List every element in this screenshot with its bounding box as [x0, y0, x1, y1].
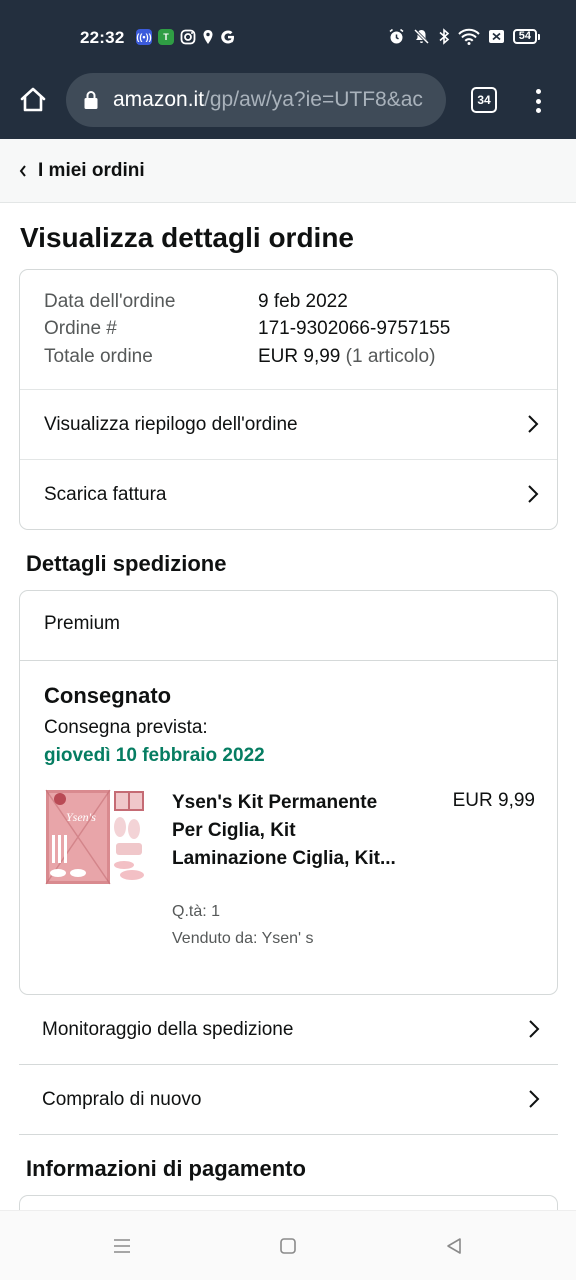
system-icons: 54	[388, 28, 540, 45]
order-total: EUR 9,99 (1 articolo)	[258, 346, 435, 368]
mute-icon	[413, 28, 429, 45]
buy-again-label: Compralo di nuovo	[42, 1088, 202, 1110]
location-icon	[203, 30, 213, 44]
shipping-type: Premium	[44, 613, 121, 634]
breadcrumb-label: I miei ordini	[38, 159, 145, 181]
tab-switcher-button[interactable]: 34	[471, 87, 497, 113]
browser-menu-icon[interactable]	[530, 86, 546, 116]
chevron-right-icon	[528, 485, 539, 503]
status-time: 22:32	[80, 28, 125, 47]
chevron-right-icon	[528, 415, 539, 433]
back-triangle-icon[interactable]	[444, 1236, 464, 1256]
chevron-left-icon	[19, 164, 26, 177]
product-image[interactable]: Ysen's	[44, 787, 148, 891]
delivery-date: giovedì 10 febbraio 2022	[44, 745, 265, 766]
order-date-label: Data dell'ordine	[44, 291, 176, 312]
url-text: amazon.it/gp/aw/ya?ie=UTF8&ac	[113, 88, 423, 112]
divider	[20, 660, 557, 661]
alarm-icon	[389, 28, 404, 44]
status-bar: 22:32 ((•)) T 54	[0, 0, 576, 72]
product-image-brand: Ysen's	[66, 810, 96, 824]
url-host: amazon.it	[113, 88, 205, 111]
product-title-link[interactable]: Ysen's Kit Permanente Per Ciglia, Kit La…	[172, 789, 402, 873]
track-shipment-label: Monitoraggio della spedizione	[42, 1018, 294, 1040]
download-invoice-label: Scarica fattura	[44, 483, 167, 505]
order-number-value: 171-9302066-9757155	[258, 318, 451, 339]
google-icon	[221, 30, 234, 44]
bluetooth-icon	[439, 28, 449, 45]
delivery-label: Consegna prevista:	[44, 717, 208, 738]
address-bar[interactable]: amazon.it/gp/aw/ya?ie=UTF8&ac	[66, 73, 446, 127]
wifi-icon	[458, 28, 480, 45]
lock-icon	[84, 91, 98, 109]
download-invoice-link[interactable]: Scarica fattura	[20, 459, 557, 529]
product-price: EUR 9,99	[452, 790, 535, 811]
product-quantity: Q.tà: 1	[172, 903, 221, 920]
view-order-summary-label: Visualizza riepilogo dell'ordine	[44, 413, 298, 435]
page-title: Visualizza dettagli ordine	[20, 222, 355, 253]
battery-indicator: 54	[512, 29, 540, 44]
payment-section-title: Informazioni di pagamento	[26, 1156, 306, 1181]
order-total-value: EUR 9,99	[258, 346, 341, 367]
chevron-right-icon	[529, 1020, 540, 1038]
home-icon[interactable]	[18, 85, 48, 115]
order-date-value: 9 feb 2022	[258, 291, 348, 312]
radio-icon: ((•))	[136, 29, 152, 45]
browser-toolbar: amazon.it/gp/aw/ya?ie=UTF8&ac 34	[0, 72, 576, 139]
chevron-right-icon	[529, 1090, 540, 1108]
tab-count: 34	[477, 93, 491, 107]
product-seller: Venduto da: Ysen' s	[172, 930, 314, 947]
shipping-section-title: Dettagli spedizione	[26, 551, 227, 576]
track-shipment-link[interactable]: Monitoraggio della spedizione	[19, 995, 558, 1065]
order-total-label: Totale ordine	[44, 346, 153, 367]
url-path: /gp/aw/ya?ie=UTF8&ac	[204, 88, 423, 111]
breadcrumb[interactable]: I miei ordini	[0, 139, 576, 203]
order-summary-card: Data dell'ordine 9 feb 2022 Ordine # 171…	[19, 269, 558, 530]
shipment-card: Premium Consegnato Consegna prevista: gi…	[19, 590, 558, 995]
home-square-icon[interactable]	[278, 1236, 298, 1256]
notification-icons: ((•)) T	[136, 29, 236, 45]
system-navigation-bar	[0, 1210, 576, 1280]
battery-level: 54	[512, 29, 537, 44]
buy-again-link[interactable]: Compralo di nuovo	[19, 1065, 558, 1135]
instagram-icon	[180, 29, 196, 45]
data-icon	[488, 30, 504, 43]
menu-icon[interactable]	[112, 1236, 132, 1256]
order-number-label: Ordine #	[44, 318, 117, 339]
shipment-status: Consegnato	[44, 683, 172, 708]
teams-icon: T	[158, 29, 174, 45]
view-order-summary-link[interactable]: Visualizza riepilogo dell'ordine	[20, 389, 557, 459]
order-item-count: (1 articolo)	[345, 346, 436, 367]
